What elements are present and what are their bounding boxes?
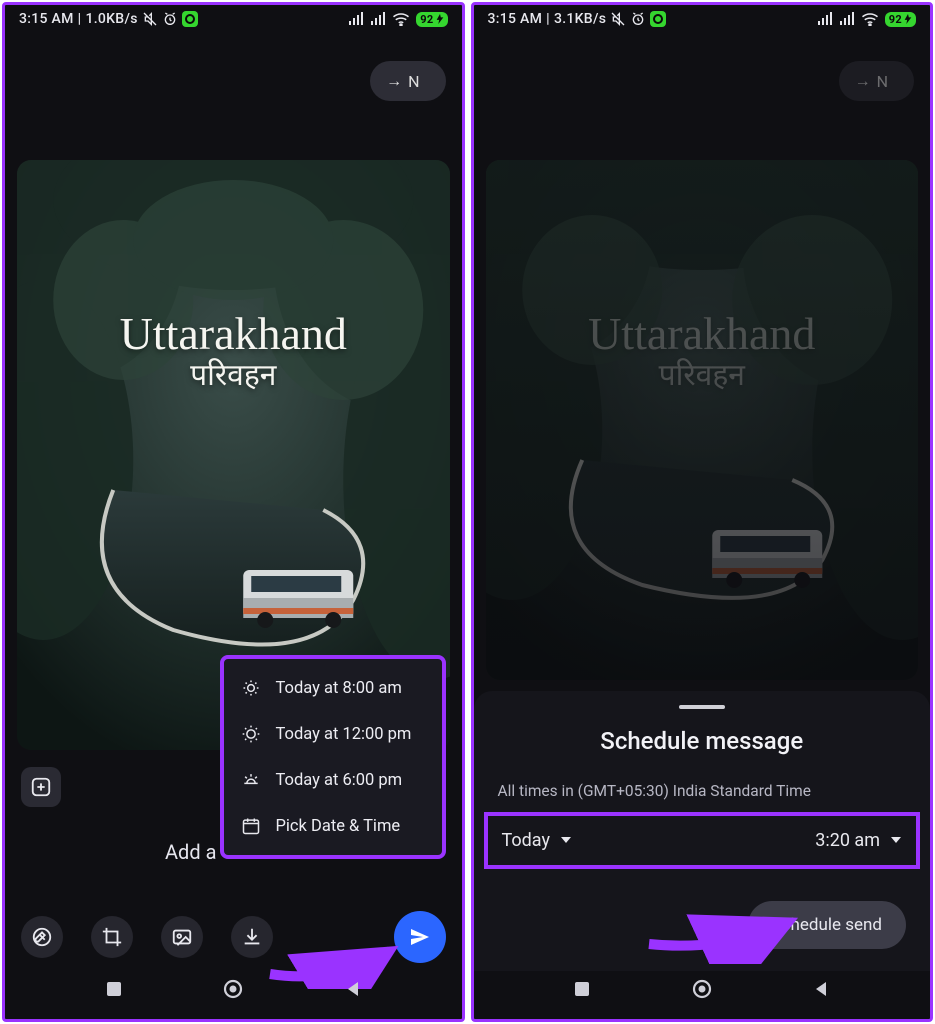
phone-left: 3:15 AM | 1.0KB/s 92 → N (2, 2, 465, 1022)
signal-icon (348, 12, 364, 26)
battery-indicator: 92 (885, 12, 916, 27)
send-button[interactable] (394, 911, 446, 963)
schedule-option-6pm[interactable]: Today at 6:00 pm (224, 757, 442, 803)
system-nav-bar (5, 971, 462, 1011)
date-selector[interactable]: Today (502, 830, 572, 851)
chevron-down-icon (890, 830, 902, 851)
attached-image: Uttarakhand परिवहन (486, 160, 919, 680)
schedule-option-12pm[interactable]: Today at 12:00 pm (224, 711, 442, 757)
nav-recents-icon[interactable] (105, 980, 123, 1002)
nav-home-icon[interactable] (691, 978, 713, 1004)
schedule-menu: Today at 8:00 am Today at 12:00 pm Today… (220, 655, 446, 859)
image-text-overlay: Uttarakhand परिवहन (486, 310, 919, 392)
sun-icon (240, 724, 262, 744)
phone-right: 3:15 AM | 3.1KB/s 92 → N (471, 2, 934, 1022)
mute-icon (610, 11, 626, 27)
recipient-pill[interactable]: → N (839, 61, 914, 101)
mute-icon (142, 11, 158, 27)
calendar-icon (240, 816, 262, 836)
schedule-sheet: Schedule message All times in (GMT+05:30… (474, 691, 931, 971)
recipient-pill[interactable]: → N (370, 61, 445, 101)
datetime-row: Today 3:20 am (484, 812, 921, 869)
sunrise-icon (240, 678, 262, 698)
status-bar: 3:15 AM | 3.1KB/s 92 (474, 5, 931, 31)
gallery-button[interactable] (161, 916, 203, 958)
download-button[interactable] (231, 916, 273, 958)
time-selector[interactable]: 3:20 am (815, 830, 902, 851)
signal-icon (817, 12, 833, 26)
wifi-icon (861, 12, 879, 26)
status-netspeed: 3.1KB/s (554, 11, 606, 27)
crop-button[interactable] (91, 916, 133, 958)
editor-toolbar (21, 911, 446, 963)
signal-icon-2 (839, 12, 855, 26)
arrow-right-icon: → (386, 71, 402, 91)
add-media-button[interactable] (21, 767, 61, 807)
alarm-icon (630, 11, 646, 27)
nav-back-icon[interactable] (344, 980, 362, 1002)
status-netspeed: 1.0KB/s (85, 11, 137, 27)
sunset-icon (240, 770, 262, 790)
recipient-initial: N (408, 72, 419, 91)
status-bar: 3:15 AM | 1.0KB/s 92 (5, 5, 462, 31)
alarm-icon (162, 11, 178, 27)
schedule-option-pick[interactable]: Pick Date & Time (224, 803, 442, 849)
app-badge-icon (182, 11, 198, 27)
arrow-right-icon: → (855, 71, 871, 91)
battery-indicator: 92 (416, 12, 447, 27)
sheet-handle[interactable] (679, 705, 725, 709)
app-badge-icon (650, 11, 666, 27)
wifi-icon (392, 12, 410, 26)
schedule-option-8am[interactable]: Today at 8:00 am (224, 665, 442, 711)
recipient-initial: N (877, 72, 888, 91)
nav-back-icon[interactable] (812, 980, 830, 1002)
timezone-note: All times in (GMT+05:30) India Standard … (498, 781, 907, 802)
image-text-overlay: Uttarakhand परिवहन (17, 310, 450, 392)
schedule-send-button[interactable]: Schedule send (748, 901, 906, 949)
nav-recents-icon[interactable] (573, 980, 591, 1002)
status-time: 3:15 AM (19, 11, 74, 27)
sheet-title: Schedule message (498, 727, 907, 755)
system-nav-bar (474, 971, 931, 1011)
nav-home-icon[interactable] (222, 978, 244, 1004)
signal-icon-2 (370, 12, 386, 26)
chevron-down-icon (560, 830, 572, 851)
annotate-button[interactable] (21, 916, 63, 958)
status-time: 3:15 AM (488, 11, 543, 27)
